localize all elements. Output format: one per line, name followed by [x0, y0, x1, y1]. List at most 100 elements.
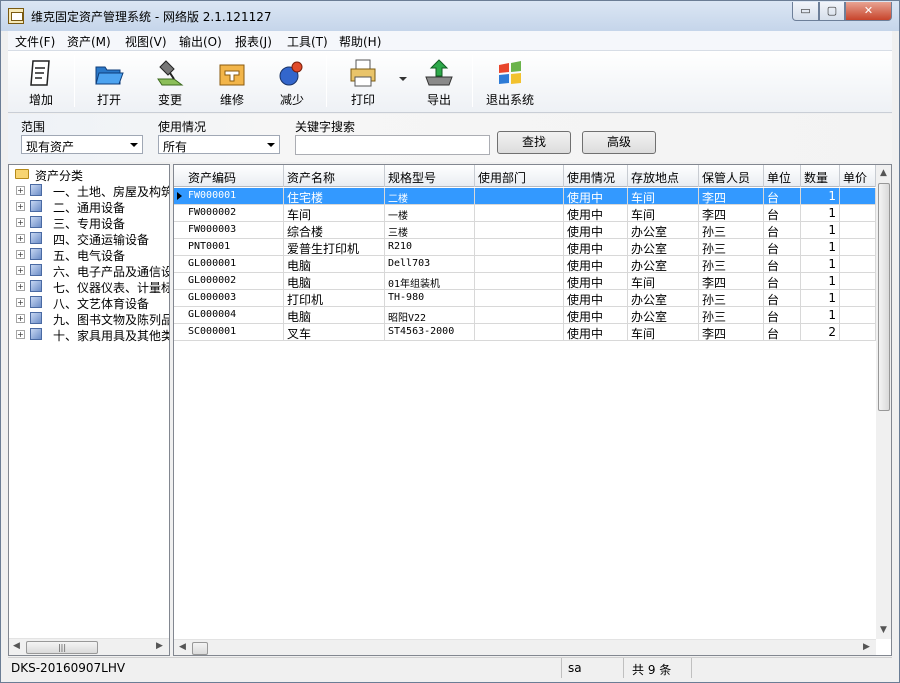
table-row[interactable]: FW000002 车间 一楼 使用中 车间 李四台 1 — [174, 205, 876, 222]
title-bar[interactable]: 维克固定资产管理系统 - 网络版 2.1.121127 ▭ ▢ ✕ — [1, 1, 899, 31]
print-label: 打印 — [350, 93, 375, 107]
change-button[interactable]: 变更 — [142, 55, 198, 109]
scope-label: 范围 — [21, 120, 46, 134]
add-button[interactable]: 增加 — [13, 55, 69, 109]
table-row[interactable]: FW000001 住宅楼 二楼 使用中 车间 李四台 1 — [174, 188, 876, 205]
print-dropdown-arrow-icon[interactable] — [399, 77, 407, 81]
minimize-button[interactable]: ▭ — [792, 2, 819, 21]
print-button[interactable]: 打印 — [335, 55, 391, 109]
unit-price-cell — [840, 239, 876, 256]
custodian-cell: 孙三 — [699, 222, 764, 239]
column-header[interactable]: 资产名称 — [284, 165, 385, 187]
scope-select[interactable]: 现有资产 — [21, 135, 143, 154]
reduce-ball-icon — [279, 61, 303, 86]
usage-select[interactable]: 所有 — [158, 135, 280, 154]
unit-price-cell — [840, 273, 876, 290]
menu-view[interactable]: 视图(V) — [125, 33, 167, 50]
table-row[interactable]: GL000001 电脑 Dell703 使用中 办公室 孙三台 1 — [174, 256, 876, 273]
unit-cell: 台 — [764, 273, 801, 290]
asset-table: 资产编码 资产名称 规格型号 使用部门 使用情况 存放地点 保管人员 单位 数量… — [173, 164, 892, 656]
column-header[interactable]: 存放地点 — [628, 165, 699, 187]
open-button[interactable]: 打开 — [81, 55, 137, 109]
advanced-search-button[interactable]: 高级 — [582, 131, 656, 154]
scroll-right-icon[interactable]: ▶ — [863, 642, 870, 652]
scroll-left-icon[interactable]: ◀ — [179, 642, 186, 652]
table-row[interactable]: FW000003 综合楼 三楼 使用中 办公室 孙三台 1 — [174, 222, 876, 239]
tree-item-label: 一、土地、房屋及构筑 — [53, 185, 170, 199]
column-header[interactable]: 保管人员 — [699, 165, 764, 187]
app-icon[interactable] — [8, 8, 24, 24]
status-record-count: 共 9 条 — [624, 658, 692, 678]
status-user: sa — [562, 658, 624, 678]
tree-item-label: 十、家具用具及其他类 — [53, 329, 170, 343]
expand-plus-icon[interactable]: + — [16, 266, 25, 275]
location-cell: 车间 — [628, 324, 699, 341]
table-row[interactable]: GL000004 电脑 昭阳V22 使用中 办公室 孙三台 1 — [174, 307, 876, 324]
scroll-down-icon[interactable]: ▼ — [880, 625, 887, 635]
column-header[interactable]: 单价 — [840, 165, 876, 187]
toolbar-separator — [472, 55, 473, 107]
column-header[interactable]: 规格型号 — [385, 165, 475, 187]
scroll-right-icon[interactable]: ▶ — [156, 641, 163, 651]
column-header[interactable]: 资产编码 — [174, 165, 284, 187]
expand-plus-icon[interactable]: + — [16, 330, 25, 339]
window-title: 维克固定资产管理系统 - 网络版 2.1.121127 — [31, 10, 272, 24]
scroll-up-icon[interactable]: ▲ — [880, 168, 887, 178]
column-header[interactable]: 数量 — [801, 165, 840, 187]
expand-plus-icon[interactable]: + — [16, 314, 25, 323]
scrollbar-thumb[interactable] — [192, 642, 208, 655]
asset-code-cell: SC000001 — [174, 324, 284, 341]
table-row[interactable]: GL000003 打印机 TH-980 使用中 办公室 孙三台 1 — [174, 290, 876, 307]
export-button[interactable]: 导出 — [411, 55, 467, 109]
usage-status-cell: 使用中 — [564, 239, 628, 256]
keyword-search-input[interactable] — [295, 135, 490, 155]
tree-horizontal-scrollbar[interactable]: ◀ ||| ▶ — [9, 638, 169, 655]
menu-help[interactable]: 帮助(H) — [339, 33, 381, 50]
unit-price-cell — [840, 188, 876, 205]
usage-status-cell: 使用中 — [564, 307, 628, 324]
custodian-cell: 孙三 — [699, 290, 764, 307]
repair-button[interactable]: 维修 — [204, 55, 260, 109]
scroll-left-icon[interactable]: ◀ — [13, 641, 20, 651]
asset-name-cell: 电脑 — [284, 256, 385, 273]
usage-status-cell: 使用中 — [564, 273, 628, 290]
menu-file[interactable]: 文件(F) — [15, 33, 55, 50]
toolbar: 增加 打开 变更 维修 减少 打印 导出 退出系统 — [8, 51, 892, 113]
unit-price-cell — [840, 290, 876, 307]
close-button[interactable]: ✕ — [845, 2, 892, 21]
tree-item-label: 九、图书文物及陈列品 — [53, 313, 170, 327]
column-header[interactable]: 使用部门 — [475, 165, 564, 187]
table-row[interactable]: PNT0001 爱普生打印机 R210 使用中 办公室 孙三台 1 — [174, 239, 876, 256]
exit-button[interactable]: 退出系统 — [480, 55, 540, 109]
column-header[interactable]: 使用情况 — [564, 165, 628, 187]
category-tree: 资产分类 + 一、土地、房屋及构筑 + 二、通用设备 + 三、专用设备 + 四、… — [8, 164, 170, 656]
expand-plus-icon[interactable]: + — [16, 250, 25, 259]
quantity-cell: 1 — [801, 290, 840, 307]
table-horizontal-scrollbar[interactable]: ◀ ▶ — [174, 639, 876, 655]
custodian-cell: 孙三 — [699, 256, 764, 273]
expand-plus-icon[interactable]: + — [16, 202, 25, 211]
menu-report[interactable]: 报表(J) — [235, 33, 272, 50]
reduce-button[interactable]: 减少 — [264, 55, 320, 109]
menu-tools[interactable]: 工具(T) — [287, 33, 328, 50]
table-row[interactable]: SC000001 叉车 ST4563-2000 使用中 车间 李四台 2 — [174, 324, 876, 341]
search-button[interactable]: 查找 — [497, 131, 571, 154]
table-row[interactable]: GL000002 电脑 01年组装机 使用中 车间 李四台 1 — [174, 273, 876, 290]
expand-plus-icon[interactable]: + — [16, 218, 25, 227]
department-cell — [475, 256, 564, 273]
menu-asset[interactable]: 资产(M) — [67, 33, 111, 50]
scrollbar-thumb[interactable]: ||| — [26, 641, 98, 654]
expand-plus-icon[interactable]: + — [16, 234, 25, 243]
printer-icon — [350, 59, 376, 87]
table-vertical-scrollbar[interactable]: ▲ ▼ — [876, 165, 891, 639]
maximize-button[interactable]: ▢ — [819, 2, 845, 21]
expand-plus-icon[interactable]: + — [16, 298, 25, 307]
expand-plus-icon[interactable]: + — [16, 186, 25, 195]
unit-cell: 台 — [764, 222, 801, 239]
unit-price-cell — [840, 205, 876, 222]
column-header[interactable]: 单位 — [764, 165, 801, 187]
expand-plus-icon[interactable]: + — [16, 282, 25, 291]
scrollbar-thumb[interactable] — [878, 183, 890, 411]
menu-output[interactable]: 输出(O) — [179, 33, 222, 50]
asset-name-cell: 住宅楼 — [284, 188, 385, 205]
